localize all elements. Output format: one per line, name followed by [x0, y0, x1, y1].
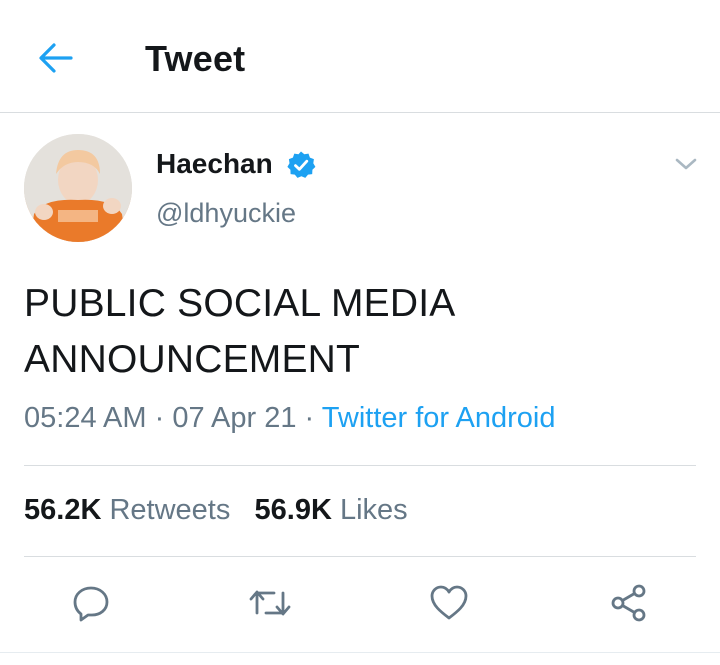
reply-button[interactable]: [66, 578, 116, 628]
tweet-date: 07 Apr 21: [172, 402, 297, 434]
meta-separator: ·: [154, 402, 165, 434]
top-bar: Tweet: [0, 0, 720, 113]
likes-count: 56.9K: [254, 494, 332, 526]
retweet-icon: [249, 590, 291, 616]
like-icon: [430, 585, 468, 620]
tweet-stats: 56.2K Retweets 56.9K Likes: [24, 494, 408, 527]
retweets-label: Retweets: [109, 494, 231, 526]
author-handle[interactable]: @ldhyuckie: [156, 198, 296, 229]
verified-badge-icon: [287, 151, 316, 178]
tweet-time: 05:24 AM: [24, 402, 147, 434]
chevron-down-icon[interactable]: [670, 150, 702, 178]
share-icon: [611, 584, 646, 622]
tweet-actions: [0, 578, 720, 634]
divider: [0, 652, 720, 653]
reply-icon: [73, 586, 109, 622]
retweets-count: 56.2K: [24, 494, 102, 526]
tweet-meta: 05:24 AM · 07 Apr 21 · Twitter for Andro…: [24, 402, 555, 435]
back-button[interactable]: [34, 38, 78, 78]
tweet-text-line: ANNOUNCEMENT: [24, 338, 361, 381]
retweet-button[interactable]: [245, 578, 295, 628]
tweet-text-line: PUBLIC SOCIAL MEDIA: [24, 282, 456, 325]
page-title: Tweet: [145, 38, 246, 79]
share-button[interactable]: [604, 578, 654, 628]
arrow-left-icon: [39, 43, 73, 73]
divider: [24, 556, 696, 557]
like-button[interactable]: [424, 578, 474, 628]
tweet-source-link[interactable]: Twitter for Android: [322, 402, 556, 434]
author-name[interactable]: Haechan: [156, 148, 273, 180]
tweet-text: PUBLIC SOCIAL MEDIA ANNOUNCEMENT: [24, 276, 684, 388]
avatar[interactable]: [24, 134, 132, 242]
divider: [24, 465, 696, 466]
avatar-image: [24, 134, 132, 242]
likes-label: Likes: [339, 494, 408, 526]
likes-stat[interactable]: 56.9K Likes: [255, 494, 408, 526]
retweets-stat[interactable]: 56.2K Retweets: [24, 494, 230, 526]
meta-separator: ·: [304, 402, 315, 434]
